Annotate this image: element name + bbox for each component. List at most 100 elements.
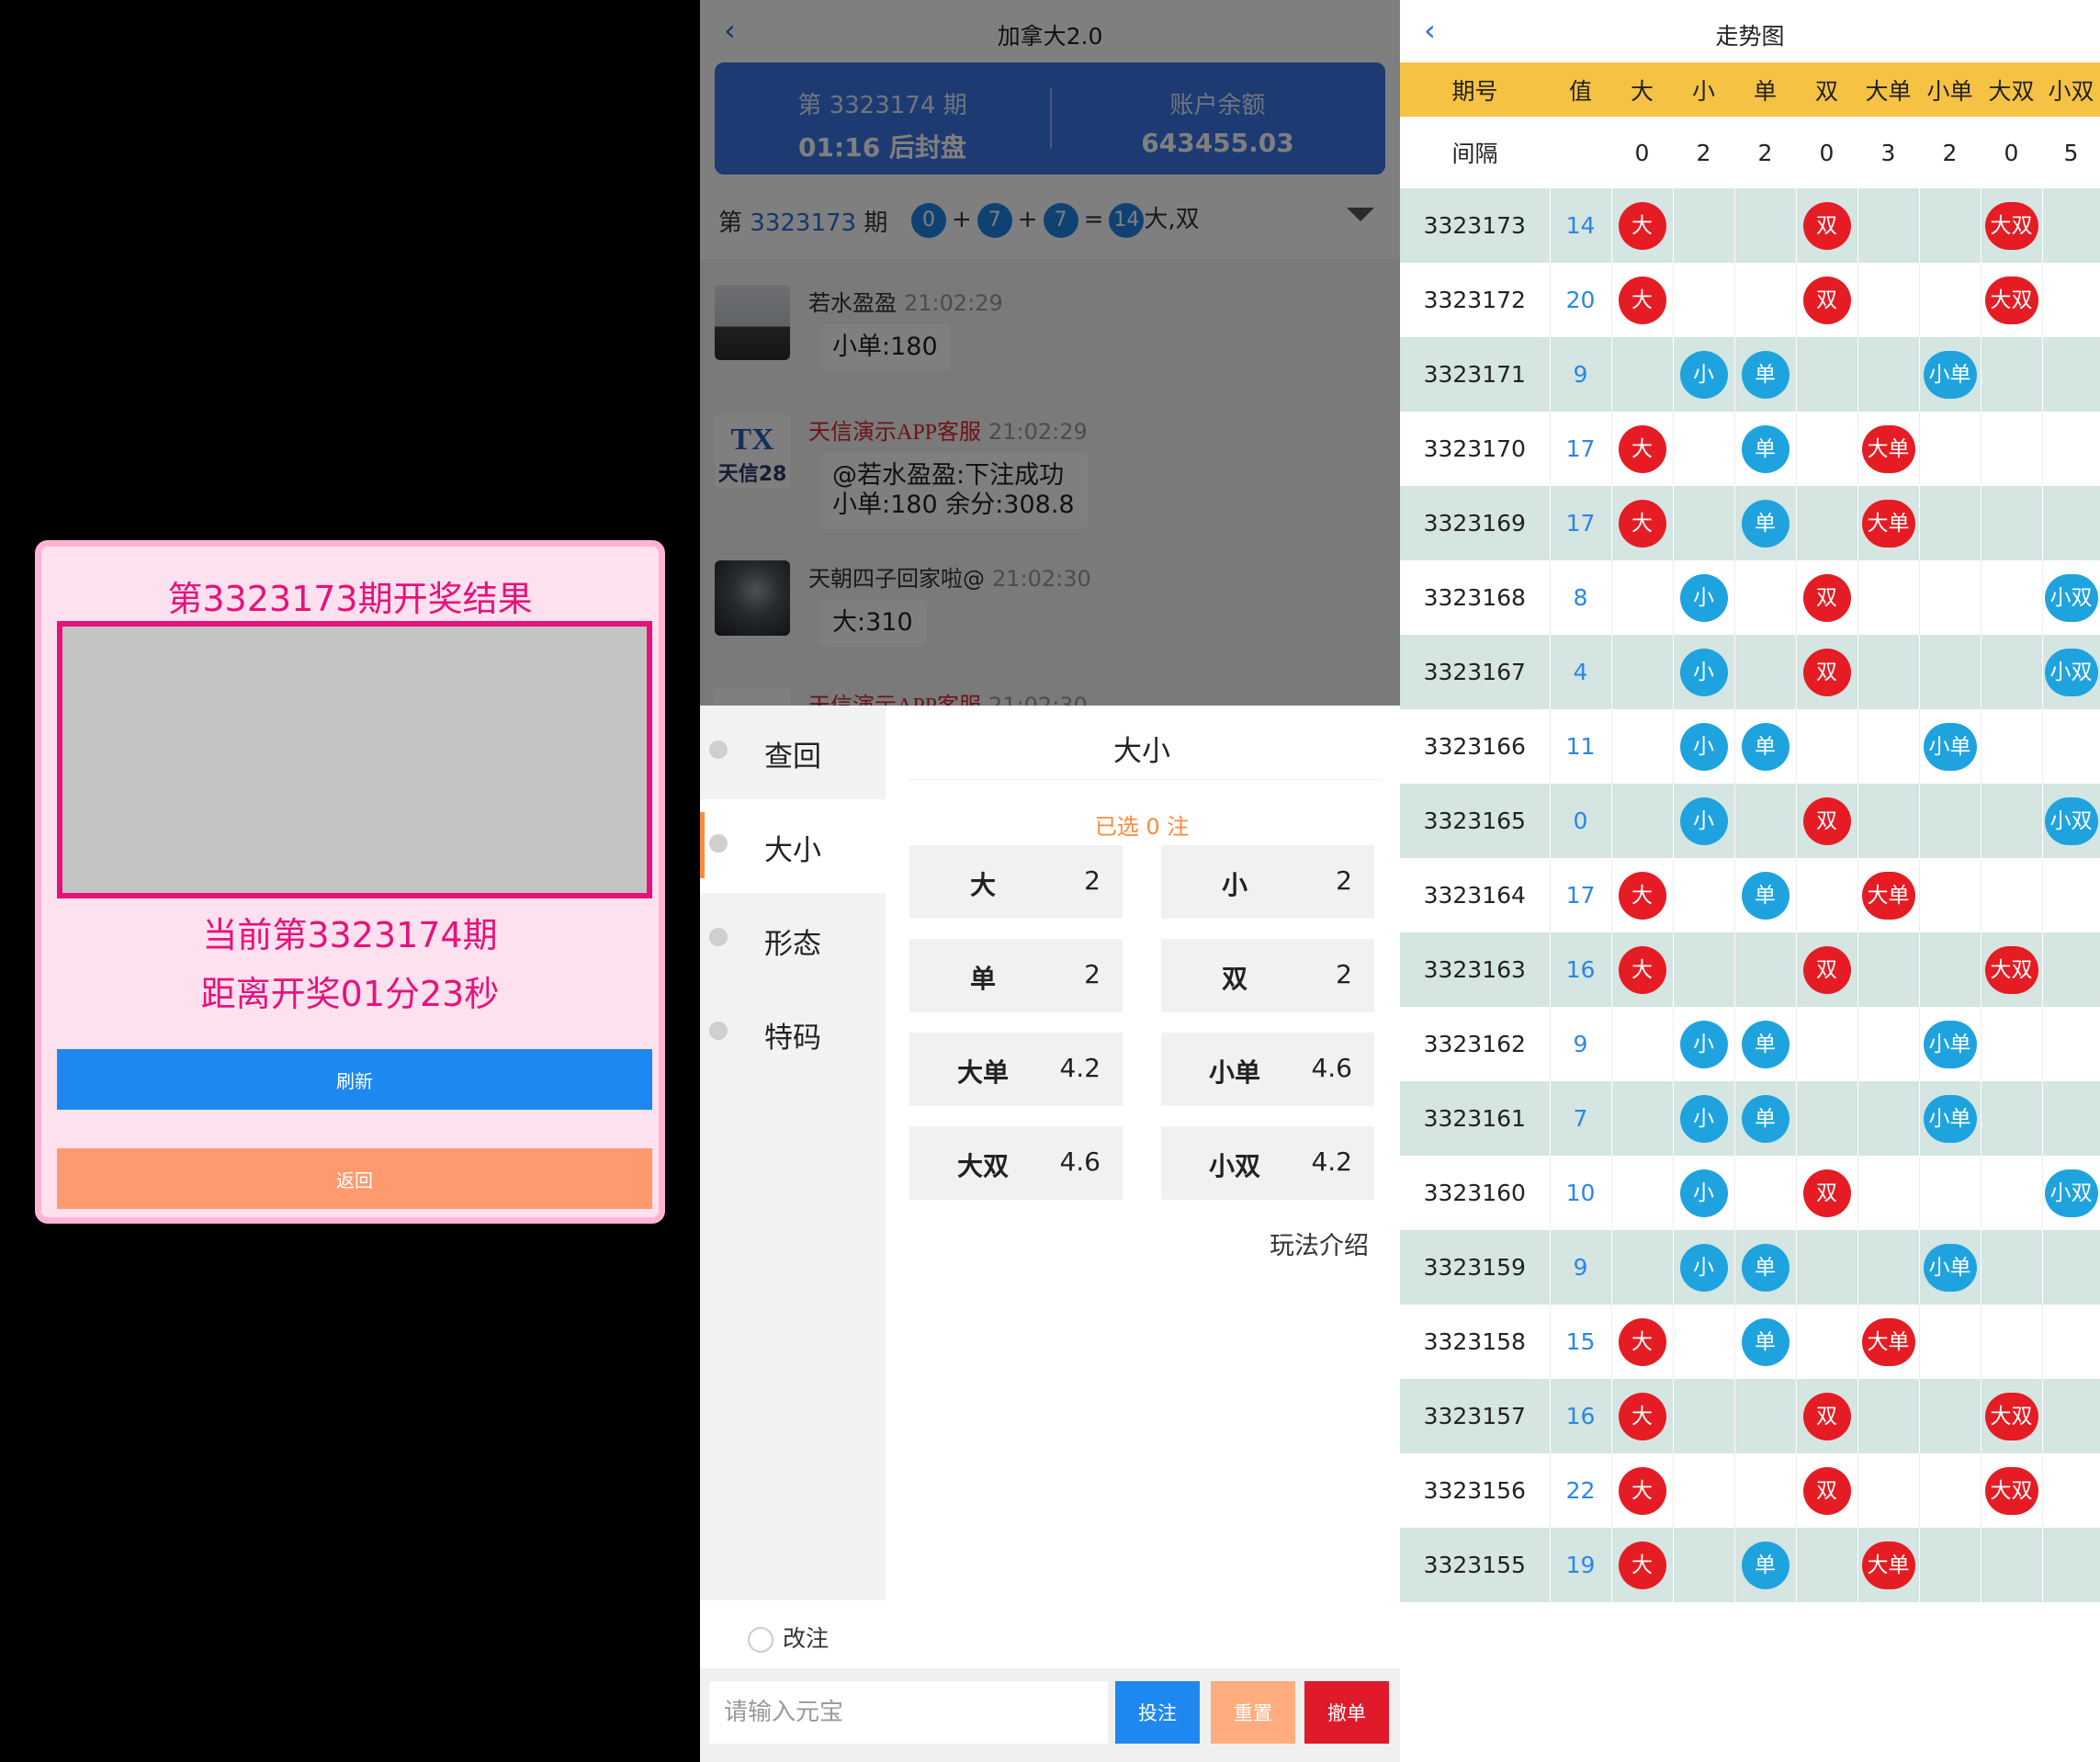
trend-cell: 大单	[1857, 1528, 1920, 1602]
issue-cell: 3323173	[1400, 188, 1551, 263]
odds-option-small-odd[interactable]: 小单 4.6	[1161, 1033, 1374, 1106]
trend-cell	[1734, 1379, 1797, 1453]
trend-badge: 小	[1679, 573, 1728, 622]
trend-cell	[1857, 932, 1920, 1007]
modal-overlay[interactable]	[700, 0, 1400, 706]
value-cell: 4	[1550, 635, 1612, 709]
trend-cell: 小	[1673, 560, 1735, 635]
trend-cell: 单	[1734, 1007, 1797, 1081]
trend-cell	[1919, 1528, 1981, 1602]
table-row: 3323169 17 大单大单	[1400, 486, 2100, 560]
value-cell: 8	[1550, 560, 1612, 635]
gap-value: 0	[1981, 117, 2042, 188]
trend-badge: 单	[1741, 499, 1790, 548]
gap-value: 2	[1673, 117, 1734, 188]
trend-cell	[1796, 337, 1858, 412]
cancel-bet-button[interactable]: 撤单	[1304, 1681, 1389, 1744]
table-row: 3323170 17 大单大单	[1400, 412, 2100, 486]
trend-cell: 大	[1611, 1305, 1674, 1379]
trend-cell	[1857, 1007, 1920, 1081]
reset-button[interactable]: 重置	[1211, 1681, 1295, 1744]
trend-badge: 双	[1802, 573, 1851, 622]
trend-cell	[1981, 1305, 2043, 1379]
column-header: 单	[1734, 62, 1796, 117]
result-image-placeholder	[57, 621, 652, 898]
trend-cell: 单	[1734, 709, 1797, 784]
result-popup: 第3323173期开奖结果 当前第3323174期 距离开奖01分23秒 刷新 …	[35, 540, 665, 1224]
odds-option-odd[interactable]: 单2	[909, 939, 1123, 1012]
refresh-button[interactable]: 刷新	[57, 1049, 652, 1110]
issue-cell: 3323159	[1400, 1230, 1551, 1305]
trend-cell	[1919, 858, 1981, 932]
trend-cell: 大	[1611, 858, 1674, 932]
betting-room-screen: ‹ 加拿大2.0 第 3323174 期 01:16 后封盘 账户余额 6434…	[700, 0, 1400, 1762]
selected-count: 已选 0 注	[1094, 814, 1190, 840]
trend-cell	[2042, 486, 2100, 560]
odds-option-small-even[interactable]: 小双 4.2	[1161, 1126, 1374, 1200]
sidebar-item-special[interactable]: 特码	[700, 987, 886, 1080]
trend-badge: 双	[1802, 1169, 1851, 1217]
trend-cell: 大单	[1857, 412, 1920, 486]
trend-badge: 小	[1679, 796, 1728, 845]
amount-input[interactable]	[709, 1681, 1108, 1744]
odds-option-even[interactable]: 双2	[1161, 939, 1374, 1012]
current-issue-text: 当前第3323174期	[202, 915, 498, 955]
trend-cell	[1673, 858, 1735, 932]
trend-cell	[1734, 635, 1797, 709]
trend-cell: 小	[1673, 1230, 1735, 1305]
trend-badge: 小	[1679, 1094, 1728, 1143]
value-cell: 9	[1550, 1007, 1612, 1081]
bet-button[interactable]: 投注	[1115, 1681, 1200, 1744]
bet-category-sidebar: 查回 大小 形态 特码	[700, 706, 886, 1600]
sidebar-item-history[interactable]: 查回	[700, 706, 886, 799]
trend-badge: 大双	[1984, 1392, 2038, 1440]
trend-cell: 单	[1734, 1305, 1797, 1379]
gap-value: 3	[1857, 117, 1919, 188]
trend-badge: 单	[1741, 1020, 1790, 1068]
table-row: 3323173 14 大双大双	[1400, 188, 2100, 263]
gap-row: 间隔 0 2 2 0 3 2 0 5	[1400, 117, 2100, 188]
odds-option-big-even[interactable]: 大双 4.6	[909, 1126, 1123, 1200]
odds-option-small[interactable]: 小2	[1161, 845, 1374, 919]
odds-option-big-odd[interactable]: 大单 4.2	[909, 1033, 1123, 1106]
trend-cell	[2042, 1007, 2100, 1081]
gap-value: 0	[1611, 117, 1673, 188]
trend-cell	[1611, 635, 1674, 709]
trend-cell	[1796, 1007, 1858, 1081]
gap-label: 间隔	[1400, 117, 1550, 188]
trend-cell: 大	[1611, 188, 1674, 263]
value-cell: 20	[1550, 263, 1612, 337]
rules-link[interactable]: 玩法介绍	[1270, 1225, 1369, 1261]
value-cell: 16	[1550, 1379, 1612, 1453]
trend-cell	[2042, 1081, 2100, 1156]
trend-cell: 大	[1611, 1379, 1674, 1453]
trend-cell: 大单	[1857, 1305, 1920, 1379]
trend-cell: 双	[1796, 932, 1858, 1007]
trend-cell	[1919, 1379, 1981, 1453]
trend-badge: 大	[1618, 1466, 1666, 1515]
dot-icon	[709, 834, 728, 853]
issue-cell: 3323170	[1400, 412, 1551, 486]
trend-badge: 大单	[1861, 424, 1915, 473]
trend-cell	[1857, 1230, 1920, 1305]
back-button[interactable]: 返回	[57, 1148, 652, 1209]
modify-bet-toggle[interactable]: 改注	[748, 1621, 829, 1654]
trend-cell: 小单	[1919, 1230, 1981, 1305]
value-cell: 11	[1550, 709, 1612, 784]
sidebar-item-pattern[interactable]: 形态	[700, 893, 886, 987]
trend-cell	[1673, 932, 1735, 1007]
sidebar-item-bigsmall[interactable]: 大小	[700, 799, 886, 893]
issue-cell: 3323161	[1400, 1081, 1551, 1156]
popup-title: 第3323173期开奖结果	[167, 579, 533, 619]
radio-icon[interactable]	[748, 1627, 773, 1653]
value-cell: 0	[1550, 784, 1612, 858]
trend-cell	[1919, 1453, 1981, 1528]
trend-cell	[1981, 784, 2043, 858]
issue-cell: 3323156	[1400, 1453, 1551, 1528]
trend-cell: 大	[1611, 263, 1674, 337]
trend-cell	[1611, 337, 1674, 412]
trend-badge: 小双	[2044, 573, 2098, 622]
trend-badge: 单	[1741, 871, 1790, 920]
trend-badge: 小单	[1923, 1020, 1977, 1068]
odds-option-big[interactable]: 大2	[909, 845, 1123, 919]
